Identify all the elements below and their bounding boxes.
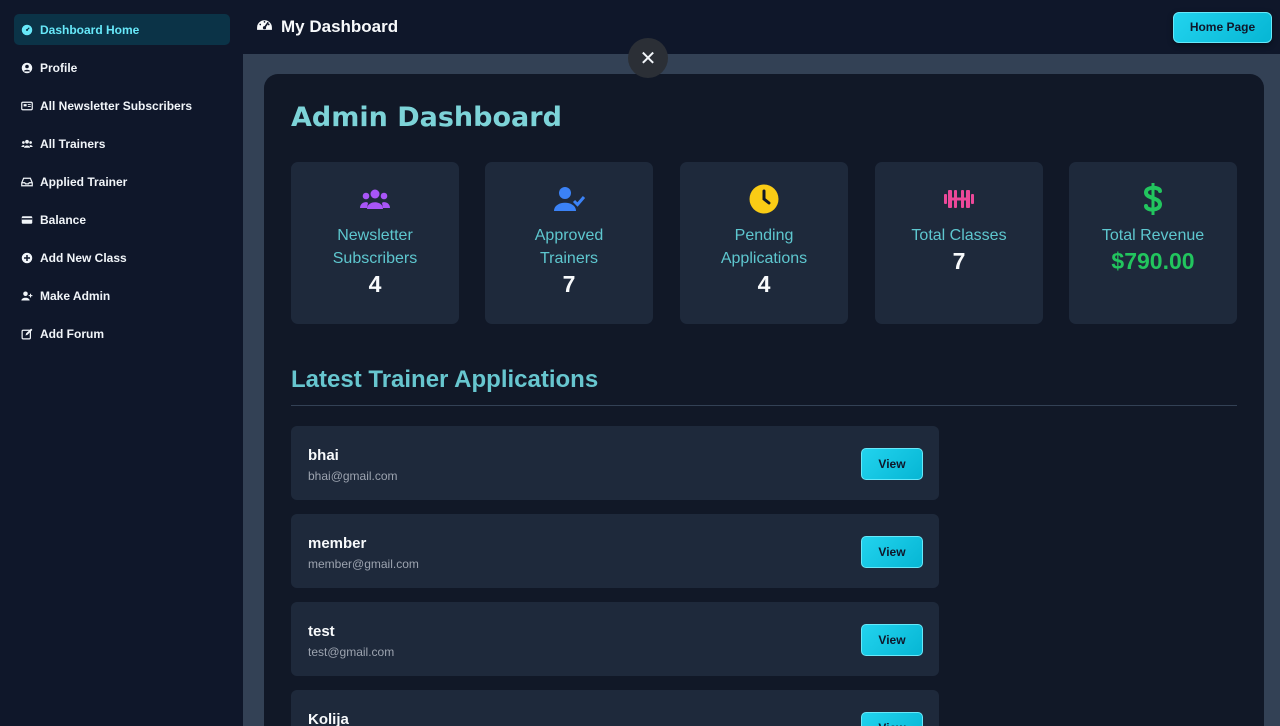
user-check-icon [553, 183, 585, 215]
list-item: member member@gmail.com View [291, 514, 939, 588]
sidebar-item-label: Make Admin [40, 288, 111, 303]
view-button[interactable]: View [861, 448, 923, 480]
dollar-icon [1143, 183, 1163, 215]
close-button[interactable]: ✕ [628, 38, 668, 78]
sidebar-item-add-forum[interactable]: Add Forum [14, 318, 230, 349]
user-circle-icon [20, 61, 33, 74]
stat-card-total-classes: Total Classes 7 [875, 162, 1043, 324]
applicant-name: member [308, 535, 367, 552]
sidebar-item-balance[interactable]: Balance [14, 204, 230, 235]
stat-card-total-revenue: Total Revenue $790.00 [1069, 162, 1237, 324]
divider [291, 405, 1237, 406]
users-icon [20, 137, 33, 150]
sidebar-item-all-trainers[interactable]: All Trainers [14, 128, 230, 159]
sidebar-item-profile[interactable]: Profile [14, 52, 230, 83]
stat-card-pending-applications: Pending Applications 4 [680, 162, 848, 324]
sidebar-item-dashboard-home[interactable]: Dashboard Home [14, 14, 230, 45]
stat-label: Approved Trainers [534, 227, 604, 267]
stat-value: 4 [757, 271, 771, 297]
inbox-icon [20, 175, 33, 188]
plus-circle-icon [20, 251, 33, 264]
view-button[interactable]: View [861, 536, 923, 568]
sidebar-item-label: All Trainers [40, 136, 106, 151]
applicant-name: test [308, 623, 335, 640]
stat-card-approved-trainers: Approved Trainers 7 [485, 162, 653, 324]
gauge-icon [20, 23, 33, 36]
stat-value: 4 [368, 271, 382, 297]
list-item: bhai bhai@gmail.com View [291, 426, 939, 500]
sidebar-item-label: Balance [40, 212, 87, 227]
users-icon [359, 183, 391, 215]
sidebar-item-newsletter-subscribers[interactable]: All Newsletter Subscribers [14, 90, 230, 121]
applicant-email: test@gmail.com [308, 645, 395, 659]
edit-icon [20, 327, 33, 340]
stat-value: 7 [562, 271, 576, 297]
stat-label: Pending Applications [720, 227, 808, 267]
close-icon: ✕ [639, 47, 657, 70]
applicant-email: member@gmail.com [308, 557, 419, 571]
credit-card-icon [20, 213, 33, 226]
list-item: test test@gmail.com View [291, 602, 939, 676]
stat-label: Newsletter Subscribers [332, 227, 418, 267]
stat-value: $790.00 [1111, 248, 1195, 274]
applicant-name: Kolija [308, 711, 349, 726]
sidebar-item-label: Profile [40, 60, 78, 75]
gauge-icon [256, 16, 273, 38]
applicant-name: bhai [308, 447, 339, 464]
newspaper-icon [20, 99, 33, 112]
topbar: My Dashboard Home Page [243, 0, 1280, 54]
section-title: Latest Trainer Applications [291, 366, 599, 393]
user-plus-icon [20, 289, 33, 302]
page-title: Admin Dashboard [291, 102, 562, 133]
sidebar-item-label: Add Forum [40, 326, 104, 341]
applicant-email: bhai@gmail.com [308, 469, 398, 483]
view-button[interactable]: View [861, 624, 923, 656]
sidebar-item-label: Add New Class [40, 250, 127, 265]
home-page-button[interactable]: Home Page [1173, 11, 1272, 43]
list-item: Kolija View [291, 690, 939, 726]
stat-card-newsletter-subscribers: Newsletter Subscribers 4 [291, 162, 459, 324]
sidebar-item-label: All Newsletter Subscribers [40, 98, 193, 113]
dumbbell-icon [943, 183, 975, 215]
sidebar-item-label: Applied Trainer [40, 174, 128, 189]
clock-icon [749, 183, 779, 215]
dashboard-title: My Dashboard [281, 17, 399, 36]
sidebar: Dashboard Home Profile All Newsletter Su… [0, 0, 243, 726]
sidebar-item-applied-trainer[interactable]: Applied Trainer [14, 166, 230, 197]
view-button[interactable]: View [861, 712, 923, 726]
sidebar-item-label: Dashboard Home [40, 22, 140, 37]
sidebar-item-make-admin[interactable]: Make Admin [14, 280, 230, 311]
stat-label: Total Revenue [1101, 227, 1205, 244]
page-header: My Dashboard [256, 16, 398, 38]
stat-label: Total Classes [911, 227, 1007, 244]
stat-value: 7 [952, 248, 966, 274]
sidebar-item-add-new-class[interactable]: Add New Class [14, 242, 230, 273]
